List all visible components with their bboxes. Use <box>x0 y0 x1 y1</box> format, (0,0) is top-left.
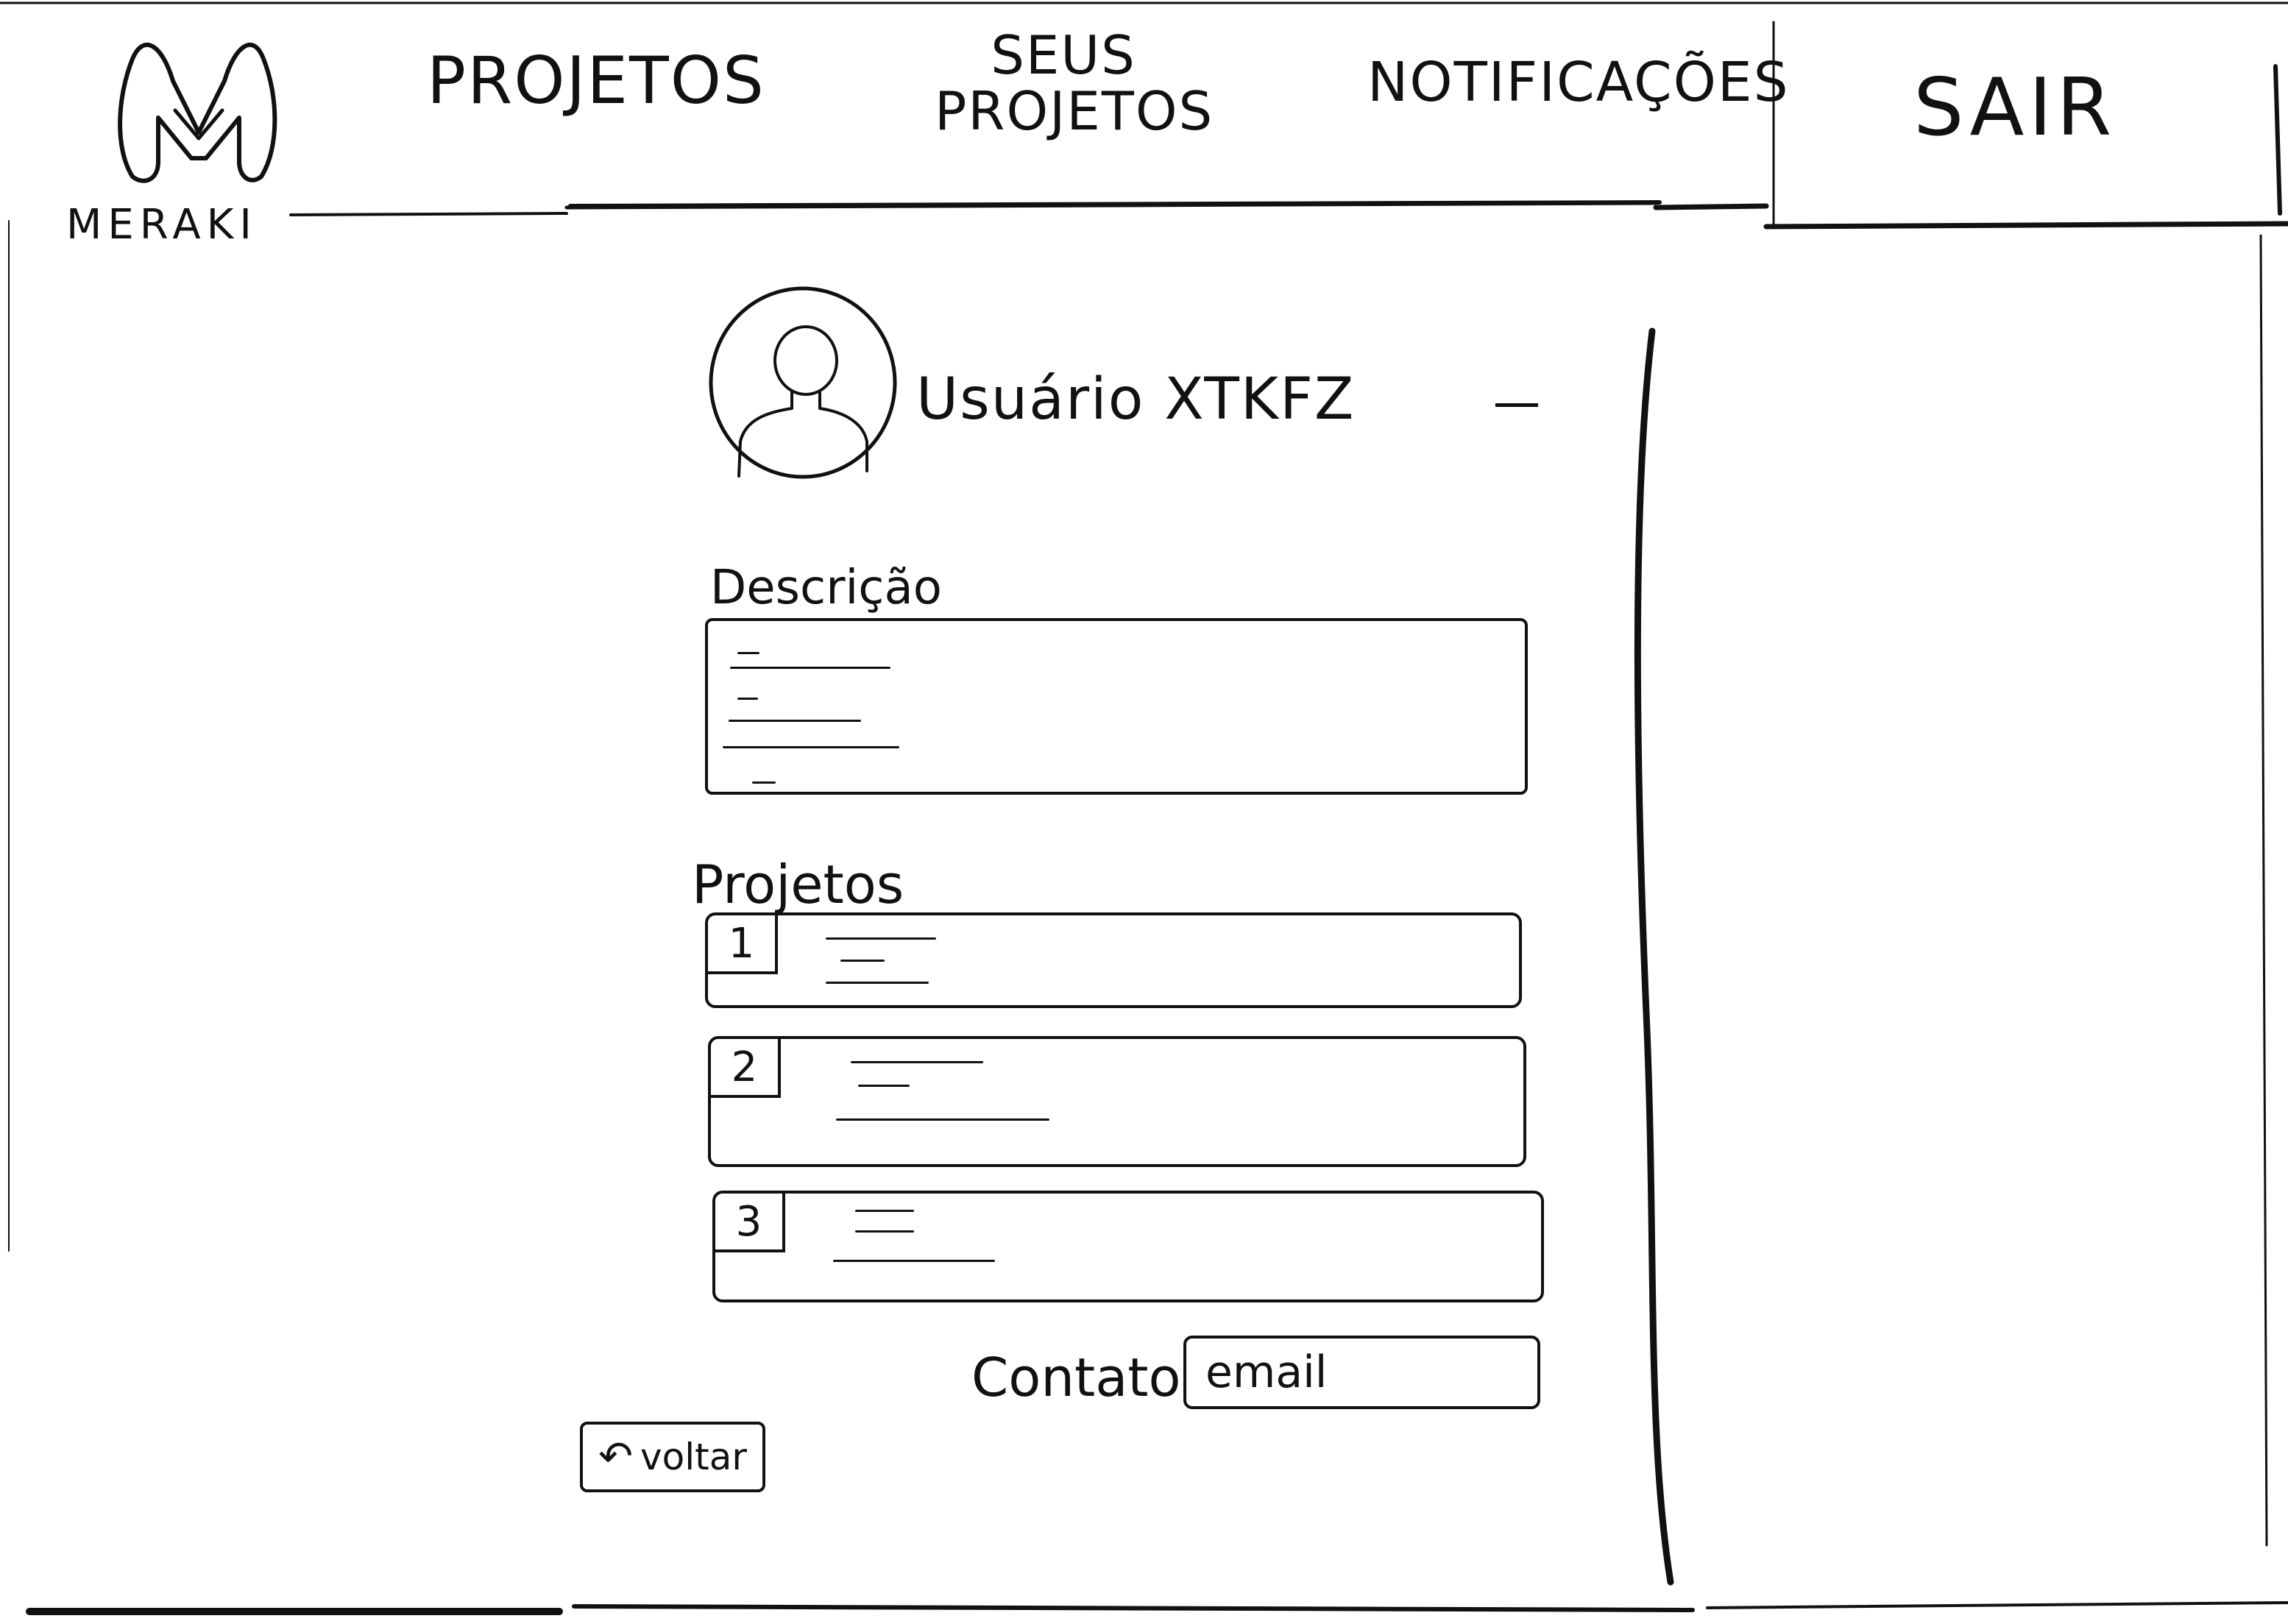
text-placeholder-line <box>737 698 758 700</box>
profile-panel: Usuário XTKFZ Descrição Projetos 1 2 3 C… <box>0 0 2288 1624</box>
text-placeholder-line <box>858 1085 910 1087</box>
description-label: Descrição <box>710 561 942 615</box>
email-field[interactable] <box>1183 1336 1540 1409</box>
text-placeholder-line <box>737 652 759 654</box>
nav-link-seus-projetos-line2: PROJETOS <box>935 79 1214 142</box>
text-placeholder-line <box>723 746 899 748</box>
brand-logo[interactable]: MERAKI <box>59 15 309 250</box>
text-placeholder-line <box>752 781 776 784</box>
username-dash <box>1495 403 1538 407</box>
brand-name: MERAKI <box>66 201 258 249</box>
text-placeholder-line <box>729 720 861 722</box>
nav-link-seus-projetos[interactable]: SEUS PROJETOS <box>935 24 1214 142</box>
nav-link-seus-projetos-line1: SEUS <box>991 24 1136 86</box>
meraki-m-logo-icon <box>118 42 277 183</box>
text-placeholder-line <box>833 1260 995 1262</box>
back-arrow-icon: ↶ <box>598 1433 634 1481</box>
text-placeholder-line <box>855 1230 914 1233</box>
text-placeholder-line <box>836 1118 1049 1121</box>
text-placeholder-line <box>730 667 890 669</box>
description-box <box>705 618 1528 795</box>
user-avatar-icon <box>709 286 897 479</box>
top-navbar: MERAKI PROJETOS SEUS PROJETOS NOTIFICAÇÕ… <box>0 0 2288 245</box>
project-card-2[interactable]: 2 <box>708 1036 1526 1167</box>
logout-button[interactable]: SAIR <box>1913 66 2116 150</box>
nav-link-projetos[interactable]: PROJETOS <box>427 46 765 115</box>
text-placeholder-line <box>855 1210 914 1212</box>
project-number: 3 <box>715 1194 785 1252</box>
text-placeholder-line <box>840 960 885 962</box>
contact-label: Contato <box>971 1347 1181 1408</box>
project-number: 1 <box>708 915 778 974</box>
project-card-3[interactable]: 3 <box>712 1191 1544 1302</box>
back-button-label: voltar <box>640 1436 747 1478</box>
text-placeholder-line <box>851 1061 983 1063</box>
project-number: 2 <box>711 1039 781 1098</box>
project-card-1[interactable]: 1 <box>705 912 1522 1008</box>
projects-label: Projetos <box>692 854 904 915</box>
text-placeholder-line <box>826 982 929 984</box>
nav-link-notificacoes[interactable]: NOTIFICAÇÕES <box>1367 54 1790 112</box>
back-button[interactable]: ↶ voltar <box>580 1422 765 1492</box>
text-placeholder-line <box>826 937 936 940</box>
profile-username: Usuário XTKFZ <box>916 366 1356 433</box>
sketch-frame-lines <box>0 1 2288 1615</box>
